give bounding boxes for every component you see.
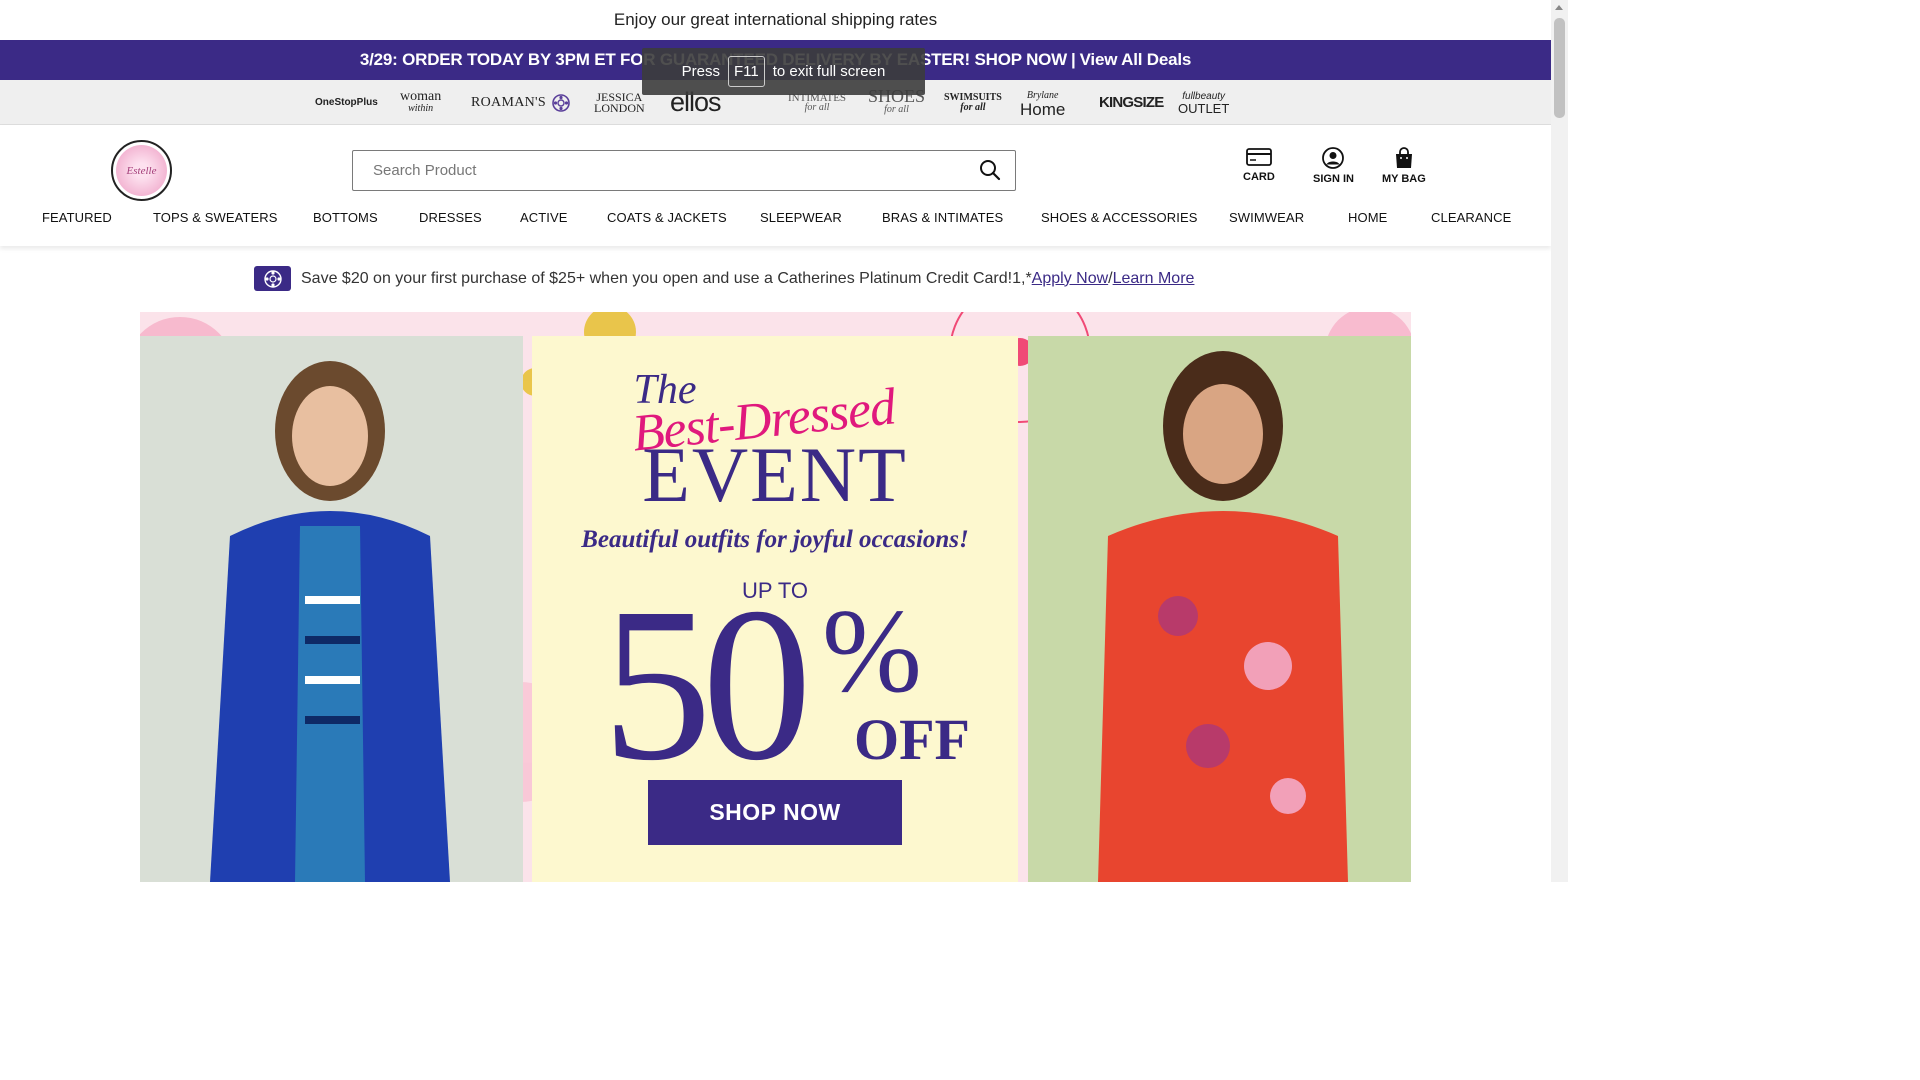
nav-tops-sweaters[interactable]: TOPS & SWEATERS (153, 210, 278, 225)
hero-percent-sign: % (822, 584, 922, 717)
brand-brylane-home[interactable]: Brylane Home (1020, 80, 1080, 125)
brand-roamans[interactable]: ROAMAN'S (471, 80, 546, 125)
brand-swimsuits-for-all[interactable]: SWIMSUITS for all (944, 80, 1004, 125)
nav-coats-jackets[interactable]: COATS & JACKETS (607, 210, 727, 225)
apply-now-link[interactable]: Apply Now (1032, 270, 1108, 288)
credit-card-notice: Save $20 on your first purchase of $25+ … (254, 265, 1194, 292)
brand-roamans-label: ROAMAN'S (471, 94, 546, 110)
shop-now-button[interactable]: SHOP NOW (648, 780, 902, 845)
hero-off-text: OFF (854, 707, 970, 772)
brand-woman-within[interactable]: woman within (400, 80, 446, 125)
nav-featured[interactable]: FEATURED (42, 210, 112, 225)
brand-fullbeauty-outlet[interactable]: fullbeauty OUTLET (1178, 80, 1236, 125)
shipping-info-text: Enjoy our great international shipping r… (613, 10, 938, 29)
search-icon (980, 160, 1001, 181)
nav-shoes-accessories[interactable]: SHOES & ACCESSORIES (1041, 210, 1198, 225)
user-account-icon (1322, 147, 1345, 169)
brand-woman-within-label: woman (400, 88, 442, 104)
brand-kingsize[interactable]: KINGSIZE (1099, 80, 1164, 125)
toast-press: Press (681, 63, 721, 80)
nav-active[interactable]: ACTIVE (520, 210, 568, 225)
hero-banner[interactable]: The Best-Dressed EVENT Beautiful outfits… (140, 312, 1411, 882)
brand-outlet-label: OUTLET (1178, 100, 1230, 116)
hero-subtitle: Beautiful outfits for joyful occasions! (581, 526, 969, 553)
toast-rest: to exit full screen (772, 63, 886, 80)
nav-bottoms[interactable]: BOTTOMS (313, 210, 378, 225)
brand-intimates-sub: for all (804, 101, 830, 113)
card-label: CARD (1243, 171, 1275, 183)
platinum-card-icon (254, 266, 291, 291)
nav-dresses[interactable]: DRESSES (419, 210, 482, 225)
catherines-icon (552, 93, 570, 112)
sign-in-button[interactable]: SIGN IN (1313, 147, 1354, 185)
search-bar (352, 150, 1016, 191)
my-bag-button[interactable]: MY BAG (1382, 147, 1426, 185)
learn-more-link[interactable]: Learn More (1113, 270, 1195, 288)
site-header: Estelle CARD (0, 125, 1551, 246)
main-nav: FEATURED TOPS & SWEATERS BOTTOMS DRESSES… (0, 210, 1551, 230)
my-bag-label: MY BAG (1382, 173, 1426, 185)
toast-key: F11 (728, 56, 765, 87)
scrollbar-thumb[interactable] (1554, 18, 1565, 118)
brand-woman-within-sub: within (408, 102, 434, 114)
brand-london-label: LONDON (594, 100, 645, 115)
sign-in-label: SIGN IN (1313, 173, 1354, 185)
credit-notice-text: Save $20 on your first purchase of $25+ … (301, 269, 1032, 287)
site-logo[interactable]: Estelle (111, 140, 172, 201)
brand-home-label: Home (1020, 99, 1066, 119)
brand-onestopplus[interactable]: OneStopPlus (315, 80, 378, 125)
scroll-up-arrow-icon[interactable] (1555, 5, 1563, 10)
hero-event-text: EVENT (642, 431, 908, 518)
hero-discount-amount: 50 (602, 562, 812, 806)
search-button[interactable] (979, 159, 1003, 183)
model-photo-left (140, 336, 523, 882)
nav-bras-intimates[interactable]: BRAS & INTIMATES (882, 210, 1003, 225)
view-all-deals-link[interactable]: View All Deals (1080, 50, 1192, 70)
fullscreen-toast: Press F11 to exit full screen (642, 48, 925, 95)
brand-onestopplus-label: OneStopPlus (315, 97, 378, 108)
model-photo-right (1028, 336, 1411, 882)
brand-swimsuits-label: SWIMSUITS (944, 91, 1002, 103)
nav-swimwear[interactable]: SWIMWEAR (1229, 210, 1304, 225)
logo-text: Estelle (126, 164, 157, 177)
search-input[interactable] (373, 151, 953, 190)
credit-card-icon (1245, 148, 1272, 166)
nav-home[interactable]: HOME (1348, 210, 1387, 225)
shopping-bag-icon (1395, 147, 1412, 168)
card-button[interactable]: CARD (1243, 147, 1275, 183)
promo-separator: | (1071, 50, 1076, 69)
page-scrollbar[interactable] (1551, 0, 1568, 882)
nav-sleepwear[interactable]: SLEEPWEAR (760, 210, 842, 225)
brand-kingsize-label: KINGSIZE (1099, 94, 1164, 111)
page: Enjoy our great international shipping r… (0, 0, 1568, 882)
shipping-info-bar: Enjoy our great international shipping r… (0, 0, 1551, 40)
logo-badge: Estelle (116, 145, 167, 196)
brand-catherines[interactable] (552, 80, 570, 125)
promo-panel: The Best-Dressed EVENT Beautiful outfits… (532, 336, 1018, 882)
brand-swimsuits-sub: for all (960, 101, 986, 113)
nav-clearance[interactable]: CLEARANCE (1431, 210, 1511, 225)
